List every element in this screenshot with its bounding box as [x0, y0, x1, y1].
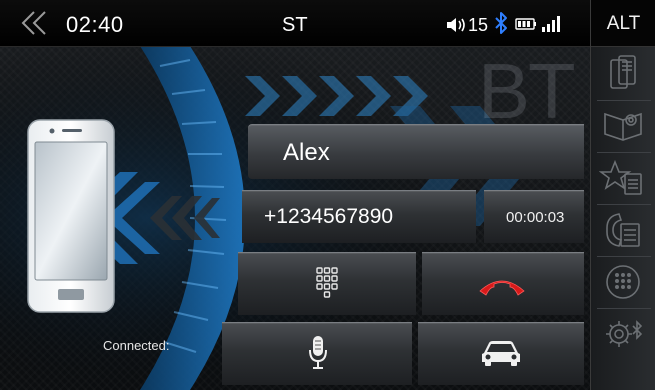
hang-up-icon	[479, 280, 525, 296]
favorites-icon[interactable]	[599, 156, 647, 200]
divider	[597, 152, 651, 153]
alt-button-label: ALT	[606, 13, 641, 34]
signal-icon	[542, 16, 560, 32]
car-audio-button[interactable]	[418, 322, 584, 385]
bluetooth-icon	[495, 12, 507, 34]
keypad-button[interactable]	[238, 252, 416, 315]
connection-status-label: Connected:	[103, 338, 170, 353]
bluetooth-phone-screen: BT Connected: Alex +1234567890 00:00:03	[0, 0, 655, 390]
clock: 02:40	[66, 12, 124, 37]
car-audio-icon	[482, 341, 520, 366]
phone-transfer-icon[interactable]	[599, 52, 647, 96]
call-duration: 00:00:03	[506, 209, 565, 226]
bluetooth-settings-icon[interactable]	[599, 312, 647, 356]
phone-number-panel: +1234567890	[242, 190, 476, 243]
status-bar: 02:40 ST 15	[0, 0, 590, 47]
volume-level: 15	[468, 15, 489, 35]
alt-button[interactable]: ALT	[591, 0, 655, 47]
phone-number: +1234567890	[264, 205, 394, 228]
divider	[597, 100, 651, 101]
caller-name: Alex	[283, 139, 330, 166]
side-menu: ALT	[590, 0, 655, 390]
speaker-icon	[447, 18, 465, 32]
battery-icon	[515, 18, 536, 30]
chevron-left-icon[interactable]	[18, 8, 50, 38]
divider	[597, 256, 651, 257]
microphone-button[interactable]	[222, 322, 412, 385]
call-duration-panel: 00:00:03	[484, 190, 584, 243]
audio-source-label: ST	[282, 14, 308, 36]
divider	[597, 308, 651, 309]
divider	[597, 204, 651, 205]
smartphone-image	[27, 119, 115, 313]
microphone-icon	[309, 336, 327, 369]
hang-up-button[interactable]	[422, 252, 584, 315]
caller-name-panel: Alex	[248, 124, 584, 179]
call-history-icon[interactable]	[599, 208, 647, 252]
phonebook-icon[interactable]	[599, 104, 647, 148]
keypad-icon[interactable]	[599, 260, 647, 304]
dialpad-icon	[316, 267, 338, 298]
